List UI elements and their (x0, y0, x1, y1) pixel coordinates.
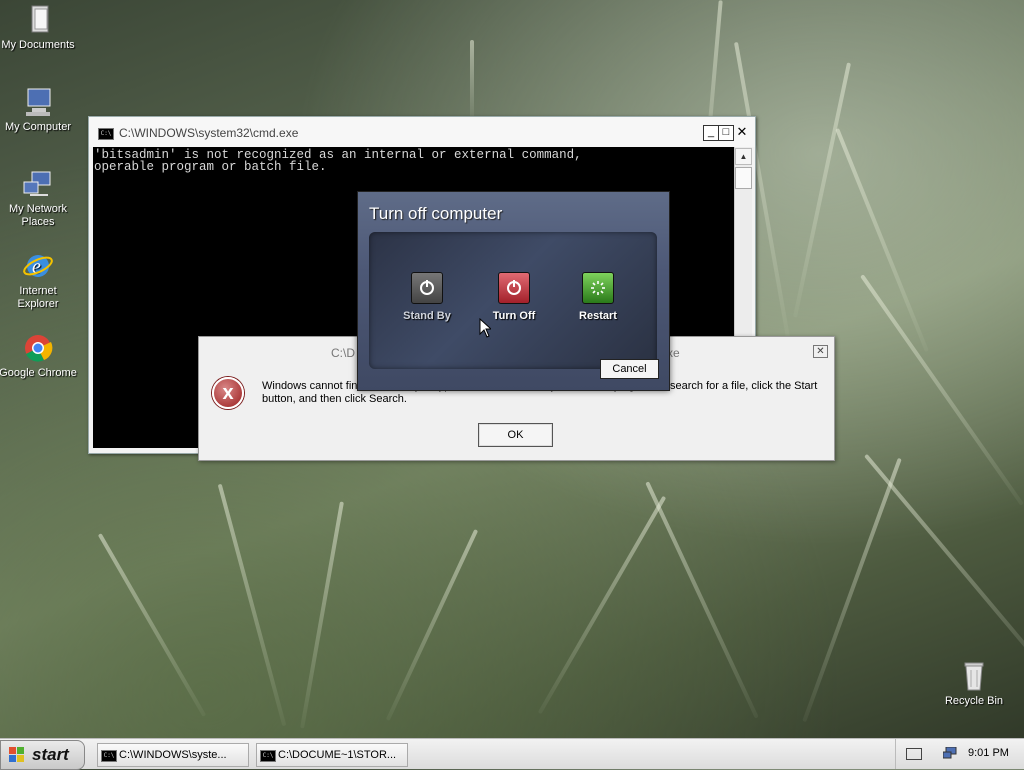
desktop-icon-label: My Documents (1, 39, 75, 51)
restart-option[interactable]: Restart (563, 272, 633, 322)
system-tray: 9:01 PM (895, 739, 1024, 769)
desktop-icon-label: Google Chrome (0, 367, 77, 379)
turn-off-option[interactable]: Turn Off (479, 272, 549, 322)
chrome-icon (22, 332, 54, 364)
taskbar-item-cmd-2[interactable]: C:\ C:\DOCUME~1\STOR... (256, 743, 408, 767)
error-close-button[interactable]: ✕ (813, 345, 828, 358)
cmd-icon: C:\ (260, 750, 276, 762)
desktop-icon-label: Recycle Bin (944, 695, 1004, 707)
scroll-up-icon[interactable]: ▲ (735, 148, 752, 165)
stand-by-option[interactable]: Stand By (392, 272, 462, 322)
turn-off-title: Turn off computer (369, 204, 503, 223)
maximize-button[interactable]: □ (718, 125, 734, 141)
restart-label: Restart (579, 310, 617, 322)
stand-by-icon[interactable] (411, 272, 443, 304)
desktop-icon-my-documents[interactable]: My Documents (0, 4, 78, 52)
taskbar-item-label: C:\WINDOWS\syste... (119, 749, 227, 761)
desktop-icon-label: Internet Explorer (17, 285, 59, 310)
folder-icon (22, 4, 54, 36)
stand-by-label: Stand By (403, 310, 451, 322)
network-icon (22, 168, 54, 200)
ie-icon: e (22, 250, 54, 282)
scroll-thumb[interactable] (735, 167, 752, 189)
cmd-title: C:\WINDOWS\system32\cmd.exe (119, 126, 299, 140)
desktop-icon-my-network-places[interactable]: My Network Places (0, 168, 78, 229)
power-icon[interactable] (498, 272, 530, 304)
computer-icon (22, 86, 54, 118)
recycle-bin-icon (958, 660, 990, 692)
start-button[interactable]: start (0, 740, 85, 770)
taskbar-item-cmd[interactable]: C:\ C:\WINDOWS\syste... (97, 743, 249, 767)
taskbar-item-label: C:\DOCUME~1\STOR... (278, 749, 397, 761)
restart-icon[interactable] (582, 272, 614, 304)
error-icon: x (212, 377, 244, 409)
taskbar: start C:\ C:\WINDOWS\syste... C:\ C:\DOC… (0, 738, 1024, 770)
desktop-icon-google-chrome[interactable]: Google Chrome (0, 332, 78, 380)
cmd-icon: C:\ (98, 128, 114, 140)
desktop-icon-recycle-bin[interactable]: Recycle Bin (934, 660, 1014, 708)
error-title-left: C:\D (331, 346, 355, 360)
cmd-icon: C:\ (101, 750, 117, 762)
clock[interactable]: 9:01 PM (968, 747, 1009, 759)
minimize-button[interactable]: _ (703, 125, 719, 141)
windows-flag-icon (9, 747, 24, 762)
keyboard-icon[interactable] (906, 748, 922, 760)
ok-button[interactable]: OK (478, 423, 553, 447)
cancel-button[interactable]: Cancel (600, 359, 659, 379)
desktop-icon-label: My Computer (4, 121, 72, 133)
mouse-cursor-icon (479, 317, 493, 341)
close-button[interactable]: ✕ (735, 125, 749, 139)
turn-off-dialog[interactable]: Turn off computer Stand By Turn Off Rest… (357, 191, 670, 391)
start-label: start (32, 745, 69, 764)
cmd-titlebar[interactable]: C:\ C:\WINDOWS\system32\cmd.exe _ □ ✕ (89, 117, 755, 147)
desktop-icon-internet-explorer[interactable]: e Internet Explorer (0, 250, 78, 311)
network-tray-icon[interactable] (943, 747, 957, 760)
desktop-icon-label: My Network Places (8, 203, 68, 228)
desktop-icon-my-computer[interactable]: My Computer (0, 86, 78, 134)
